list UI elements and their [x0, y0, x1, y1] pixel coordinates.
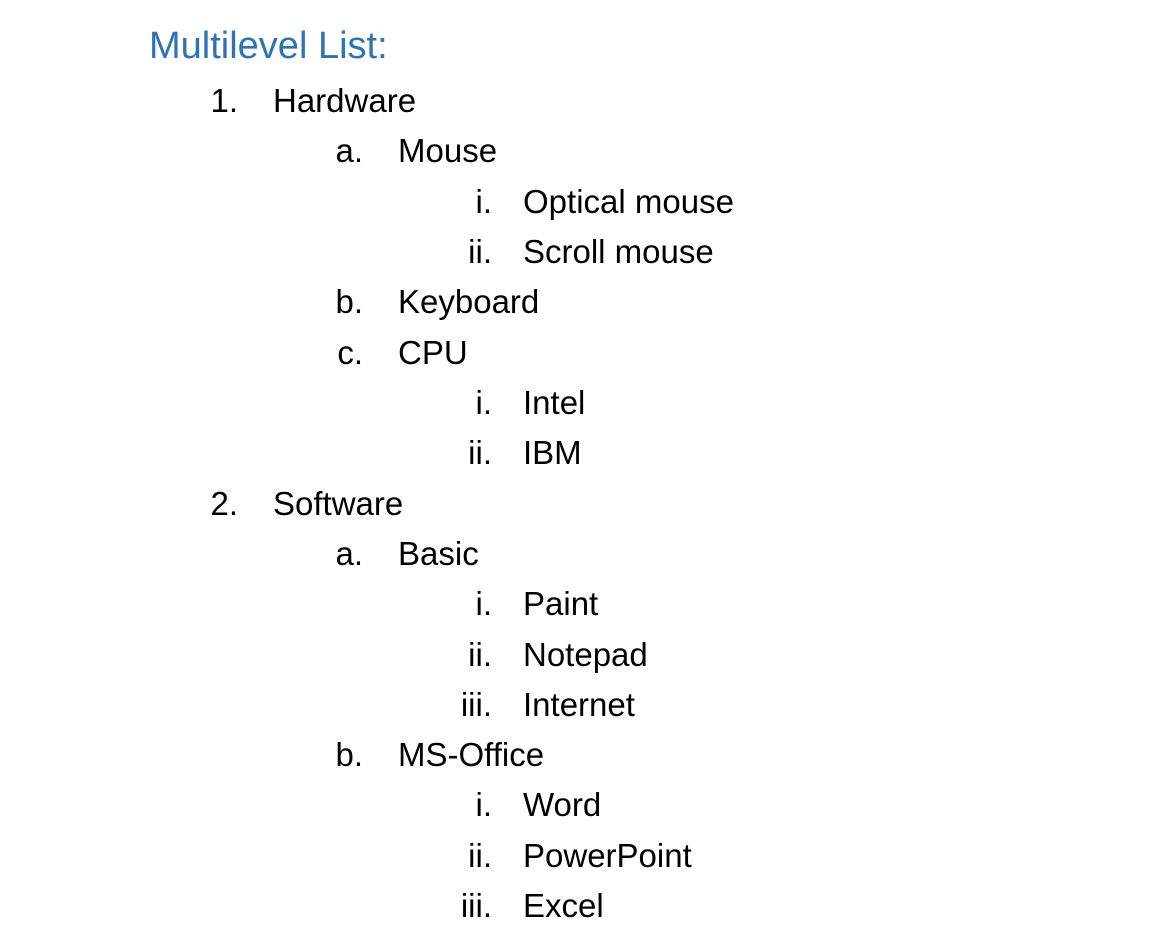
- list-item-text: Word: [523, 786, 602, 823]
- list-item-word: i. Word: [0, 780, 1168, 830]
- list-marker: ii.: [468, 434, 492, 471]
- list-item-text: IBM: [523, 434, 582, 471]
- list-item-intel: i. Intel: [0, 378, 1168, 428]
- list-marker: ii.: [468, 837, 492, 874]
- list-item-text: Basic: [398, 535, 479, 572]
- list-marker: ii.: [468, 636, 492, 673]
- list-marker: i.: [475, 384, 493, 421]
- list-heading: Multilevel List:: [149, 25, 388, 67]
- list-item-text: CPU: [398, 334, 468, 371]
- list-item-mouse: a. Mouse: [0, 126, 1168, 176]
- list-item-notepad: ii. Notepad: [0, 630, 1168, 680]
- list-marker: 2.: [210, 485, 238, 522]
- list-marker: c.: [337, 334, 363, 371]
- list-item-text: Intel: [523, 384, 586, 421]
- list-item-basic: a. Basic: [0, 529, 1168, 579]
- list-marker: i.: [475, 183, 493, 220]
- list-item-text: Notepad: [523, 636, 648, 673]
- list-item-text: MS-Office: [398, 736, 545, 773]
- list-marker: 1.: [210, 82, 238, 119]
- list-item-text: Internet: [523, 686, 635, 723]
- list-item-text: Software: [273, 485, 404, 522]
- list-marker: i.: [475, 585, 493, 622]
- list-marker: ii.: [468, 233, 492, 270]
- document-page: Multilevel List: 1. Hardware a. Mouse i.…: [0, 0, 1168, 946]
- list-item-internet: iii. Internet: [0, 680, 1168, 730]
- list-item-cpu: c. CPU: [0, 328, 1168, 378]
- list-item-excel: iii. Excel: [0, 881, 1168, 931]
- list-item-text: Paint: [523, 585, 599, 622]
- list-item-ms-office: b. MS-Office: [0, 730, 1168, 780]
- list-item-text: Optical mouse: [523, 183, 734, 220]
- list-item-powerpoint: ii. PowerPoint: [0, 831, 1168, 881]
- list-item-text: PowerPoint: [523, 837, 692, 874]
- list-item-text: Excel: [523, 887, 604, 924]
- list-marker: i.: [475, 786, 493, 823]
- list-item-ibm: ii. IBM: [0, 428, 1168, 478]
- list-item-software: 2. Software: [0, 479, 1168, 529]
- list-marker: b.: [335, 736, 363, 773]
- list-marker: b.: [335, 283, 363, 320]
- list-item-text: Hardware: [273, 82, 417, 119]
- list-marker: iii.: [460, 887, 492, 924]
- list-item-scroll-mouse: ii. Scroll mouse: [0, 227, 1168, 277]
- list-item-text: Mouse: [398, 132, 498, 169]
- list-item-hardware: 1. Hardware: [0, 76, 1168, 126]
- list-item-paint: i. Paint: [0, 579, 1168, 629]
- list-item-text: Scroll mouse: [523, 233, 714, 270]
- list-item-keyboard: b. Keyboard: [0, 277, 1168, 327]
- list-item-text: Keyboard: [398, 283, 540, 320]
- list-marker: iii.: [460, 686, 492, 723]
- list-marker: a.: [335, 132, 363, 169]
- list-marker: a.: [335, 535, 363, 572]
- list-item-optical-mouse: i. Optical mouse: [0, 177, 1168, 227]
